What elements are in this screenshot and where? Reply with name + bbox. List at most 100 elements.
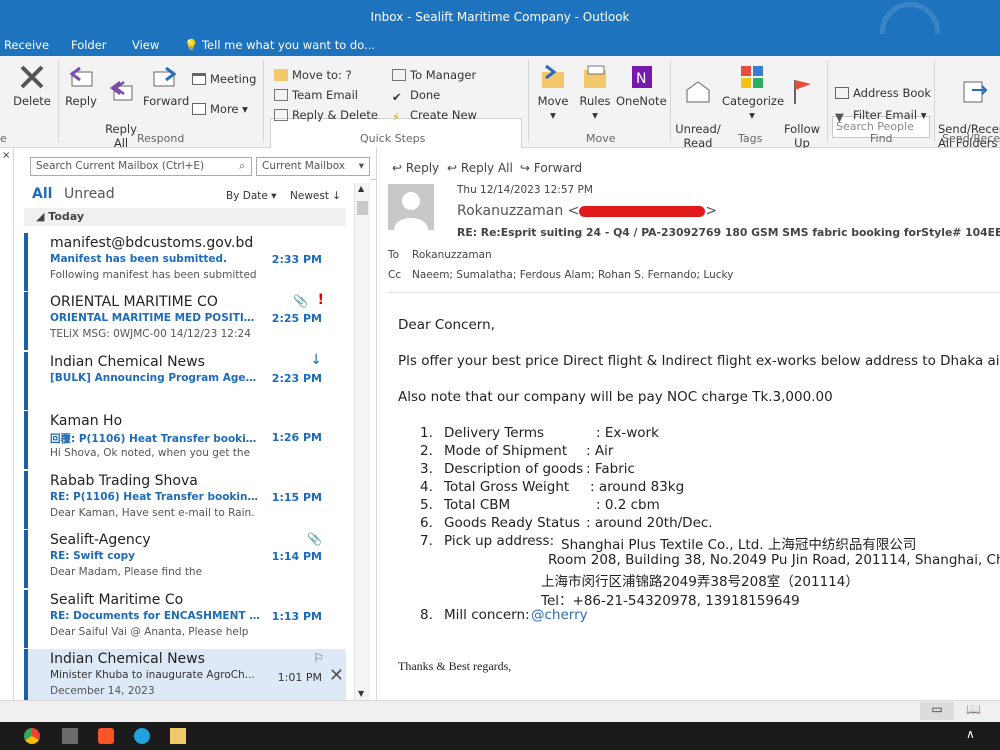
person-silhouette-icon bbox=[394, 192, 428, 230]
quick-step-reply-delete[interactable]: Reply & Delete bbox=[274, 108, 378, 122]
quick-step-move-to[interactable]: Move to: ? bbox=[274, 68, 352, 82]
taskbar: ∧ bbox=[0, 722, 1000, 750]
address-book-button[interactable]: Address Book bbox=[835, 86, 931, 100]
quick-step-done[interactable]: ✔ Done bbox=[392, 88, 440, 104]
svg-text:N: N bbox=[636, 71, 646, 87]
list-label: Mode of Shipment bbox=[444, 443, 568, 459]
quick-step-label: To Manager bbox=[410, 68, 477, 82]
mailbox-scope-select[interactable]: Current Mailbox ▾ bbox=[256, 157, 370, 176]
mail-sender: Rabab Trading Shova bbox=[50, 473, 198, 489]
mail-time: 2:25 PM bbox=[271, 312, 322, 325]
mail-time: 1:26 PM bbox=[271, 431, 322, 444]
mention-link[interactable]: @cherry bbox=[531, 607, 588, 623]
mail-item[interactable]: ORIENTAL MARITIME CO ORIENTAL MARITIME M… bbox=[24, 292, 346, 350]
mail-list-scrollbar[interactable]: ▲ ▼ bbox=[354, 183, 370, 700]
forward-button[interactable]: Forward bbox=[143, 62, 189, 108]
unread-read-button[interactable]: Unread/ Read bbox=[674, 62, 722, 150]
quick-step-label: Team Email bbox=[292, 88, 358, 102]
reply-all-button[interactable]: Reply All bbox=[102, 62, 140, 150]
reader-forward-button[interactable]: ↪ Forward bbox=[520, 161, 582, 175]
attachment-icon: 📎 bbox=[293, 294, 308, 308]
onenote-button[interactable]: N OneNote bbox=[616, 62, 667, 108]
file-explorer-icon[interactable] bbox=[170, 728, 186, 744]
tell-me-search[interactable]: 💡 Tell me what you want to do... bbox=[184, 38, 375, 52]
search-mailbox-input[interactable]: Search Current Mailbox (Ctrl+E) ⌕ bbox=[30, 157, 252, 176]
filter-email-button[interactable]: ▼ Filter Email ▾ bbox=[835, 108, 926, 124]
flag-outline-icon[interactable]: ⚐ bbox=[313, 651, 324, 665]
mail-sender: manifest@bdcustoms.gov.bd bbox=[50, 235, 254, 251]
menu-receive[interactable]: Receive bbox=[4, 38, 49, 52]
reader-forward-label: Forward bbox=[533, 161, 583, 175]
mail-preview: Dear Saiful Vai @ Ananta, Please help bbox=[50, 626, 249, 638]
quick-step-to-manager[interactable]: To Manager bbox=[392, 68, 476, 82]
list-num: 4. bbox=[420, 479, 433, 495]
scroll-thumb[interactable] bbox=[357, 201, 368, 215]
list-num: 7. bbox=[420, 533, 433, 549]
reply-button[interactable]: Reply bbox=[62, 62, 100, 108]
chevron-up-icon[interactable]: ∧ bbox=[966, 727, 975, 741]
mail-item[interactable]: Indian Chemical News [BULK] Announcing P… bbox=[24, 352, 346, 410]
reader-reply-all-label: Reply All bbox=[460, 161, 513, 175]
sort-order[interactable]: Newest ↓ bbox=[290, 190, 341, 202]
reader-reply-button[interactable]: ↩ Reply bbox=[392, 161, 439, 175]
to-recipients[interactable]: Rokanuzzaman bbox=[412, 249, 492, 261]
mail-subject: RE: Swift copy bbox=[50, 550, 136, 562]
calculator-icon[interactable] bbox=[62, 728, 78, 744]
lightbulb-icon: 💡 bbox=[184, 38, 199, 52]
mail-item[interactable]: Rabab Trading Shova RE: P(1106) Heat Tra… bbox=[24, 471, 346, 529]
meeting-button[interactable]: Meeting bbox=[192, 72, 256, 86]
folder-pane-collapsed[interactable]: × bbox=[0, 148, 14, 700]
normal-view-icon[interactable]: ▭ bbox=[920, 702, 954, 720]
scroll-up-arrow-icon[interactable]: ▲ bbox=[358, 184, 364, 193]
rules-button[interactable]: Rules ▾ bbox=[576, 62, 614, 122]
mail-item-selected[interactable]: Indian Chemical News Minister Khuba to i… bbox=[24, 649, 346, 700]
mail-item[interactable]: Kaman Ho 回覆: P(1106) Heat Transfer booki… bbox=[24, 411, 346, 469]
filter-all-tab[interactable]: All bbox=[32, 186, 52, 202]
sort-by-date[interactable]: By Date ▾ bbox=[226, 190, 276, 202]
edge-icon[interactable] bbox=[134, 728, 150, 744]
cc-recipients[interactable]: Naeem; Sumalatha; Ferdous Alam; Rohan S.… bbox=[412, 269, 733, 281]
mail-item[interactable]: Sealift Maritime Co RE: Documents for EN… bbox=[24, 590, 346, 648]
send-receive-icon bbox=[963, 81, 988, 103]
brave-browser-icon[interactable] bbox=[98, 728, 114, 744]
menu-folder[interactable]: Folder bbox=[71, 38, 107, 52]
filter-unread-tab[interactable]: Unread bbox=[64, 186, 115, 202]
list-value: : around 83kg bbox=[590, 479, 685, 495]
reader-reply-all-button[interactable]: ↩ Reply All bbox=[447, 161, 513, 175]
list-num: 1. bbox=[420, 425, 433, 441]
list-num: 6. bbox=[420, 515, 433, 531]
mail-item[interactable]: manifest@bdcustoms.gov.bd Manifest has b… bbox=[24, 233, 346, 291]
list-label: Goods Ready Status bbox=[444, 515, 581, 531]
chrome-icon[interactable] bbox=[24, 728, 40, 744]
quick-step-label: Reply & Delete bbox=[292, 108, 378, 122]
search-icon[interactable]: ⌕ bbox=[239, 158, 245, 175]
mail-from[interactable]: Rokanuzzaman < > bbox=[457, 203, 717, 219]
scroll-down-arrow-icon[interactable]: ▼ bbox=[358, 689, 364, 698]
delete-x-icon[interactable]: ✕ bbox=[329, 665, 344, 686]
move-button[interactable]: Move ▾ bbox=[533, 62, 573, 122]
list-label: Description of goods bbox=[444, 461, 584, 477]
list-num: 8. bbox=[420, 607, 433, 623]
reading-view-icon[interactable]: 📖 bbox=[966, 702, 981, 716]
follow-up-button[interactable]: Follow Up bbox=[782, 62, 822, 150]
quick-step-create-new[interactable]: ⚡ Create New bbox=[392, 108, 477, 124]
header-divider bbox=[388, 292, 1000, 293]
list-num: 2. bbox=[420, 443, 433, 459]
list-num: 5. bbox=[420, 497, 433, 513]
delete-button[interactable]: Delete bbox=[12, 62, 52, 108]
group-header-today[interactable]: ◢ Today bbox=[24, 208, 346, 226]
quick-step-team-email[interactable]: Team Email bbox=[274, 88, 358, 102]
categorize-icon bbox=[741, 66, 763, 88]
list-value: : Ex-work bbox=[596, 425, 659, 441]
menu-view[interactable]: View bbox=[132, 38, 159, 52]
mail-subject-line: RE: Re:Esprit suiting 24 - Q4 / PA-23092… bbox=[457, 226, 1000, 239]
more-button[interactable]: More ▾ bbox=[192, 102, 248, 116]
close-icon[interactable]: × bbox=[2, 150, 10, 161]
reply-all-icon: ↩ bbox=[447, 161, 458, 175]
categorize-button[interactable]: Categorize ▾ bbox=[722, 62, 784, 122]
filter-email-label: Filter Email bbox=[853, 108, 918, 122]
move-label: Move bbox=[537, 94, 569, 108]
mail-item[interactable]: Sealift-Agency RE: Swift copy Dear Madam… bbox=[24, 530, 346, 588]
mailbox-scope-label: Current Mailbox bbox=[262, 160, 346, 172]
status-bar: ▭ 📖 bbox=[0, 700, 1000, 722]
